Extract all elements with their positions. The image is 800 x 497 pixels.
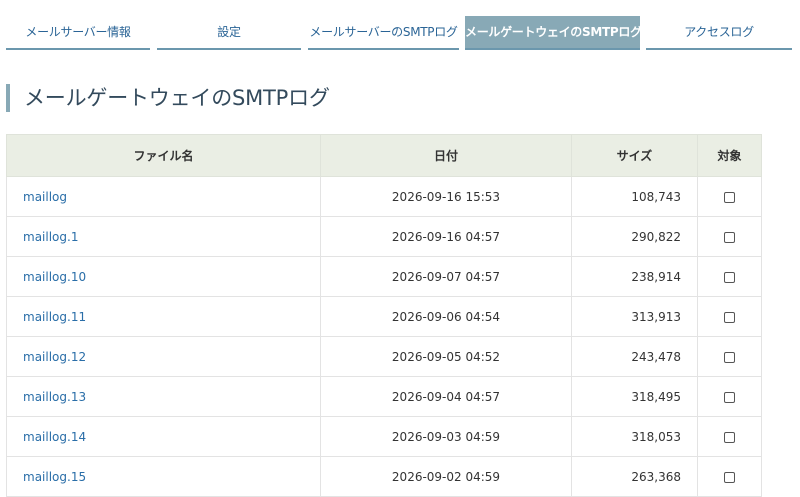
file-size: 290,822 (571, 216, 698, 257)
file-name-cell: maillog.14 (6, 416, 321, 457)
file-date: 2026-09-04 04:57 (320, 376, 572, 417)
target-cell (697, 216, 762, 257)
file-size: 318,495 (571, 376, 698, 417)
select-checkbox[interactable] (724, 311, 735, 323)
target-cell (697, 416, 762, 457)
target-cell (697, 376, 762, 417)
table-row: maillog.11 2026-09-06 04:54 313,913 (6, 296, 762, 337)
file-name-cell: maillog.11 (6, 296, 321, 337)
table-header-row: ファイル名 日付 サイズ 対象 (6, 134, 762, 177)
file-size: 243,478 (571, 336, 698, 377)
column-header-filename[interactable]: ファイル名 (6, 134, 321, 177)
table-row: maillog.14 2026-09-03 04:59 318,053 (6, 416, 762, 457)
file-name-cell: maillog.10 (6, 256, 321, 297)
file-size: 318,053 (571, 416, 698, 457)
file-link[interactable]: maillog.15 (23, 470, 86, 484)
tab-access-log[interactable]: アクセスログ (646, 16, 792, 50)
column-header-target: 対象 (697, 134, 762, 177)
select-checkbox[interactable] (724, 431, 735, 443)
log-file-table: ファイル名 日付 サイズ 対象 maillog 2026-09-16 15:53… (6, 134, 762, 497)
select-checkbox[interactable] (724, 471, 735, 483)
file-link[interactable]: maillog (23, 190, 67, 204)
table-row: maillog.1 2026-09-16 04:57 290,822 (6, 216, 762, 257)
file-name-cell: maillog.1 (6, 216, 321, 257)
file-date: 2026-09-05 04:52 (320, 336, 572, 377)
tab-mail-server-info[interactable]: メールサーバー情報 (6, 16, 150, 50)
file-date: 2026-09-02 04:59 (320, 456, 572, 497)
file-link[interactable]: maillog.10 (23, 270, 86, 284)
file-date: 2026-09-16 15:53 (320, 176, 572, 217)
file-link[interactable]: maillog.12 (23, 350, 86, 364)
file-link[interactable]: maillog.1 (23, 230, 78, 244)
file-date: 2026-09-07 04:57 (320, 256, 572, 297)
target-cell (697, 336, 762, 377)
target-cell (697, 176, 762, 217)
select-checkbox[interactable] (724, 391, 735, 403)
tab-bar: メールサーバー情報 設定 メールサーバーのSMTPログ メールゲートウェイのSM… (0, 16, 800, 51)
file-date: 2026-09-06 04:54 (320, 296, 572, 337)
file-name-cell: maillog.13 (6, 376, 321, 417)
file-link[interactable]: maillog.13 (23, 390, 86, 404)
column-header-date[interactable]: 日付 (320, 134, 572, 177)
table-row: maillog.12 2026-09-05 04:52 243,478 (6, 336, 762, 377)
column-header-size[interactable]: サイズ (571, 134, 698, 177)
file-size: 313,913 (571, 296, 698, 337)
select-checkbox[interactable] (724, 271, 735, 283)
file-name-cell: maillog.12 (6, 336, 321, 377)
target-cell (697, 256, 762, 297)
file-size: 238,914 (571, 256, 698, 297)
file-size: 108,743 (571, 176, 698, 217)
file-name-cell: maillog.15 (6, 456, 321, 497)
target-cell (697, 456, 762, 497)
table-row: maillog.10 2026-09-07 04:57 238,914 (6, 256, 762, 297)
select-checkbox[interactable] (724, 191, 735, 203)
target-cell (697, 296, 762, 337)
file-size: 263,368 (571, 456, 698, 497)
file-date: 2026-09-16 04:57 (320, 216, 572, 257)
file-name-cell: maillog (6, 176, 321, 217)
table-row: maillog 2026-09-16 15:53 108,743 (6, 176, 762, 217)
tab-settings[interactable]: 設定 (157, 16, 301, 50)
table-row: maillog.15 2026-09-02 04:59 263,368 (6, 456, 762, 497)
tab-mail-server-smtp-log[interactable]: メールサーバーのSMTPログ (308, 16, 459, 50)
tab-mail-gateway-smtp-log[interactable]: メールゲートウェイのSMTPログ (465, 16, 642, 50)
file-link[interactable]: maillog.11 (23, 310, 86, 324)
select-checkbox[interactable] (724, 231, 735, 243)
select-checkbox[interactable] (724, 351, 735, 363)
table-row: maillog.13 2026-09-04 04:57 318,495 (6, 376, 762, 417)
file-date: 2026-09-03 04:59 (320, 416, 572, 457)
page-title: メールゲートウェイのSMTPログ (6, 84, 330, 112)
file-link[interactable]: maillog.14 (23, 430, 86, 444)
